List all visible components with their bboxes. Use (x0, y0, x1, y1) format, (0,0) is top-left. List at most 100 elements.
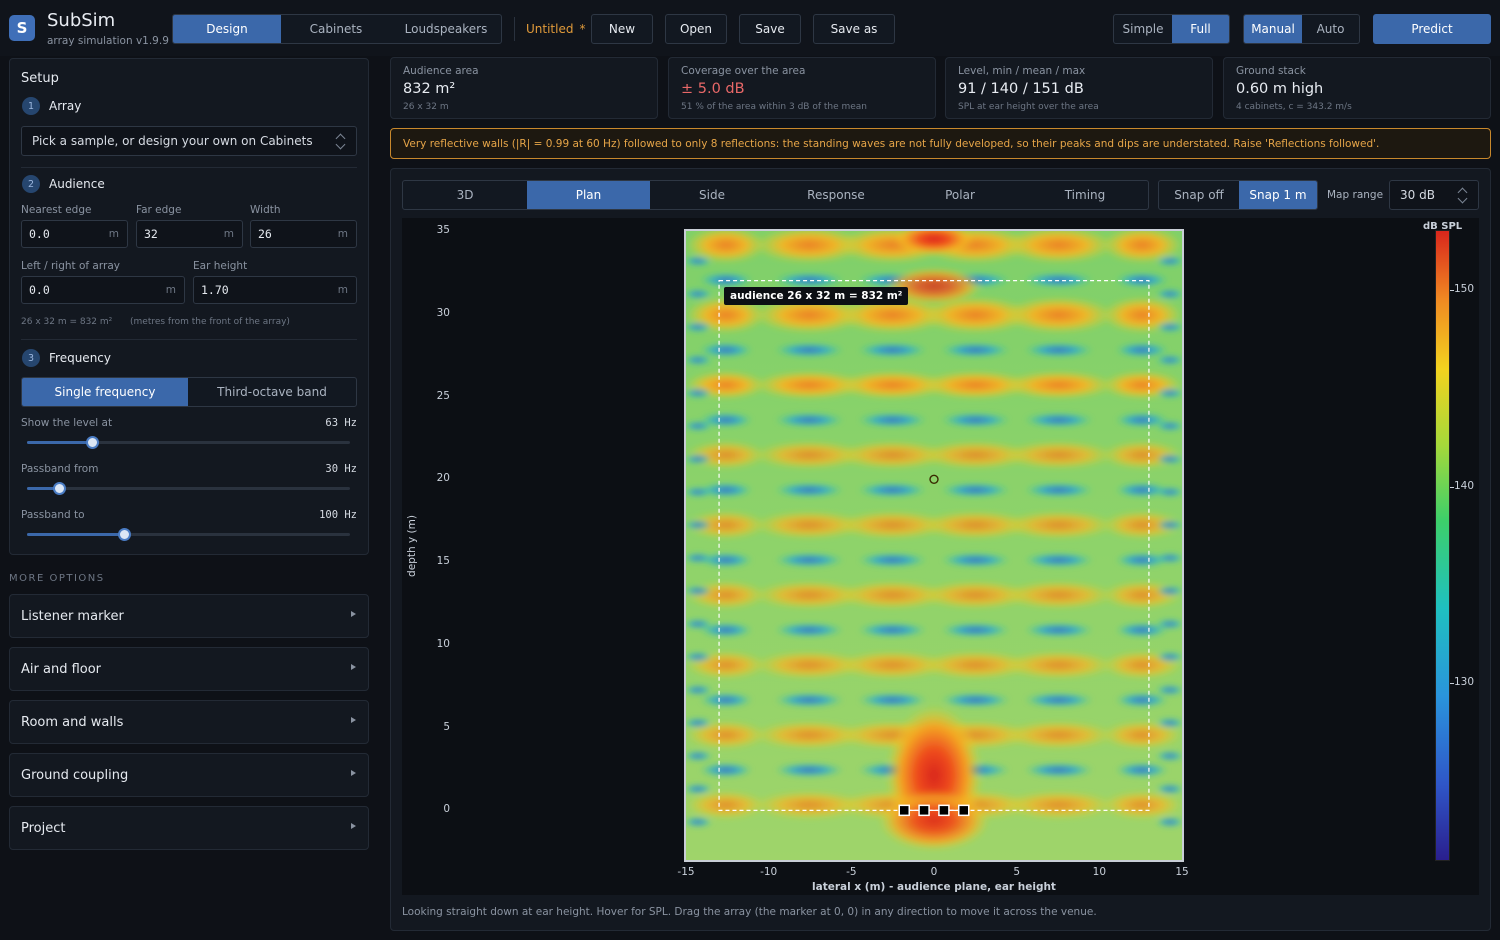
caret-right-icon (351, 823, 356, 829)
control-manual[interactable]: Manual (1244, 15, 1302, 43)
show-level-label: Show the level at (21, 417, 113, 429)
level-card: Level, min / mean / max 91 / 140 / 151 dB… (945, 57, 1213, 119)
width-label: Width (250, 204, 281, 216)
left-right-input[interactable]: 0.0 m (21, 276, 185, 304)
ear-height-label: Ear height (193, 260, 248, 272)
nav-tabs: Design Cabinets Loudspeakers (172, 14, 502, 44)
array-cabinet-marker[interactable] (958, 804, 970, 817)
audience-tag: audience 26 x 32 m = 832 m² (724, 287, 909, 305)
snap-1m[interactable]: Snap 1 m (1239, 181, 1317, 209)
frequency-mode-toggle: Single frequency Third-octave band (21, 377, 357, 407)
y-axis-label: depth y (m) (406, 515, 418, 577)
colorbar-tick (1450, 289, 1454, 291)
x-tick-label: 5 (1013, 866, 1020, 878)
passband-from-slider[interactable] (27, 482, 350, 495)
control-auto[interactable]: Auto (1302, 15, 1359, 43)
air-floor-section[interactable]: Air and floor (9, 647, 369, 691)
more-options-title: MORE OPTIONS (9, 573, 105, 584)
frequency-title: Frequency (49, 351, 111, 365)
app-name: SubSim (47, 10, 116, 31)
updown-arrows-icon (336, 132, 346, 150)
colorbar-tick-label: 130 (1454, 676, 1475, 689)
audience-area-card: Audience area 832 m² 26 x 32 m (390, 57, 658, 119)
step-1-badge: 1 (22, 97, 40, 115)
tab-design[interactable]: Design (173, 15, 281, 43)
slider-handle[interactable] (117, 528, 131, 541)
slider-handle[interactable] (85, 436, 99, 449)
audience-summary: 26 x 32 m = 832 m² (21, 317, 113, 327)
divider (21, 339, 357, 340)
caret-right-icon (351, 611, 356, 617)
save-button[interactable]: Save (739, 14, 801, 44)
mode-simple[interactable]: Simple (1114, 15, 1172, 43)
passband-to-slider[interactable] (27, 528, 350, 541)
room-walls-section[interactable]: Room and walls (9, 700, 369, 744)
slider-handle[interactable] (53, 482, 67, 495)
project-section[interactable]: Project (9, 806, 369, 850)
array-cabinet-marker[interactable] (918, 804, 930, 817)
tab-polar[interactable]: Polar (898, 181, 1022, 209)
y-tick-label: 25 (436, 389, 450, 402)
map-range-label: Map range (1327, 189, 1384, 201)
save-as-button[interactable]: Save as (813, 14, 895, 44)
ear-height-input[interactable]: 1.70 m (193, 276, 357, 304)
nearest-edge-label: Nearest edge (21, 204, 92, 216)
spl-heatmap[interactable] (684, 229, 1184, 862)
array-cabinet-marker[interactable] (938, 804, 950, 817)
width-input[interactable]: 26 m (250, 220, 357, 248)
audience-note: (metres from the front of the array) (130, 317, 290, 327)
document-name: Untitled * (526, 22, 586, 36)
show-level-value: 63 Hz (325, 417, 357, 429)
y-tick-label: 5 (443, 720, 450, 733)
open-button[interactable]: Open (665, 14, 727, 44)
passband-to-label: Passband to (21, 509, 85, 521)
colorbar-tick (1450, 683, 1454, 685)
x-tick-label: -10 (760, 866, 778, 878)
tab-loudspeakers[interactable]: Loudspeakers (391, 15, 501, 43)
top-bar: S SubSim array simulation v1.9.9 Design … (0, 0, 1500, 56)
divider (514, 17, 515, 41)
tab-plan[interactable]: Plan (527, 181, 650, 209)
nearest-edge-input[interactable]: 0.0 m (21, 220, 128, 248)
new-button[interactable]: New (591, 14, 653, 44)
control-toggle: Manual Auto (1243, 14, 1360, 44)
y-tick-label: 20 (436, 472, 450, 485)
single-frequency-option[interactable]: Single frequency (22, 378, 188, 406)
array-select[interactable]: Pick a sample, or design your own on Cab… (21, 126, 357, 156)
tab-side[interactable]: Side (650, 181, 774, 209)
coverage-card: Coverage over the area ± 5.0 dB 51 % of th… (668, 57, 936, 119)
caret-right-icon (351, 717, 356, 723)
colorbar-tick-label: 140 (1454, 479, 1475, 492)
y-tick-label: 10 (436, 637, 450, 650)
step-2-badge: 2 (22, 175, 40, 193)
spl-map-svg[interactable] (686, 231, 1182, 860)
third-octave-option[interactable]: Third-octave band (188, 378, 356, 406)
ground-stack-card: Ground stack 0.60 m high 4 cabinets, c = 3… (1223, 57, 1491, 119)
updown-arrows-icon (1458, 186, 1468, 204)
show-level-slider[interactable] (27, 436, 350, 449)
listener-marker-section[interactable]: Listener marker (9, 594, 369, 638)
predict-button[interactable]: Predict (1373, 14, 1491, 44)
step-3-badge: 3 (22, 349, 40, 367)
colorbar (1435, 230, 1450, 861)
snap-off[interactable]: Snap off (1159, 181, 1239, 209)
tab-response[interactable]: Response (774, 181, 898, 209)
tab-timing[interactable]: Timing (1022, 181, 1148, 209)
x-tick-label: -5 (846, 866, 857, 878)
app-version: array simulation v1.9.9 (47, 35, 169, 47)
tab-cabinets[interactable]: Cabinets (281, 15, 391, 43)
tab-3d[interactable]: 3D (403, 181, 527, 209)
map-range-select[interactable]: 30 dB (1389, 180, 1479, 210)
audience-title: Audience (49, 177, 105, 191)
ground-coupling-section[interactable]: Ground coupling (9, 753, 369, 797)
x-tick-label: 15 (1175, 866, 1189, 878)
snap-toggle: Snap off Snap 1 m (1158, 180, 1318, 210)
plot-footer-hint: Looking straight down at ear height. Hov… (402, 906, 1097, 918)
x-tick-label: 10 (1092, 866, 1107, 878)
array-cabinet-marker[interactable] (898, 804, 910, 817)
y-tick-label: 15 (436, 555, 450, 568)
y-tick-label: 0 (443, 803, 450, 816)
left-right-label: Left / right of array (21, 260, 120, 272)
far-edge-input[interactable]: 32 m (136, 220, 243, 248)
mode-full[interactable]: Full (1172, 15, 1229, 43)
